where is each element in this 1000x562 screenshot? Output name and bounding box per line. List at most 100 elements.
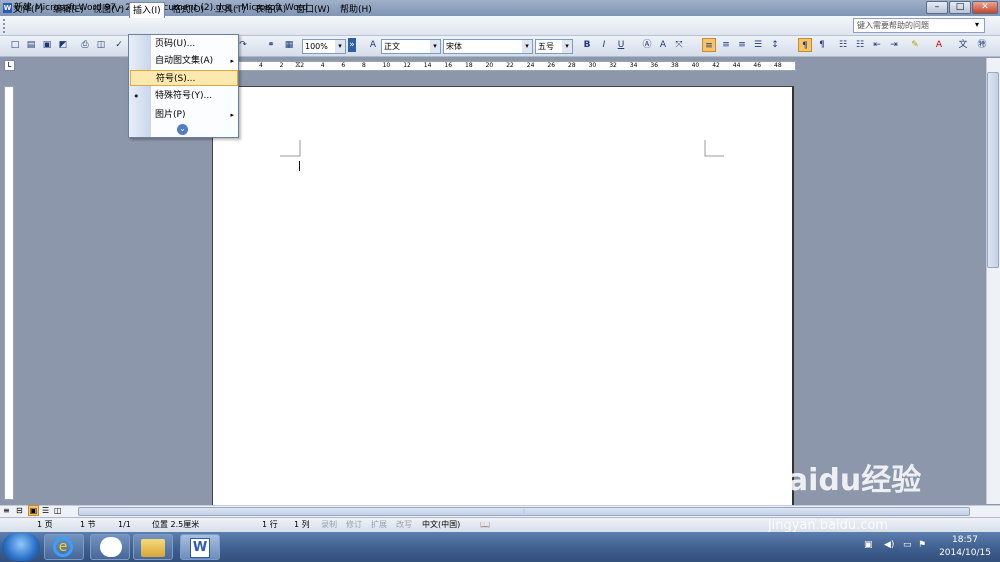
- word-taskbar-icon: W: [190, 538, 210, 558]
- styles-formatting-icon[interactable]: A: [366, 38, 380, 52]
- highlight-icon[interactable]: ✎: [908, 38, 922, 52]
- menu-special-symbol[interactable]: 特殊符号(Y)...: [151, 88, 238, 104]
- web-layout-icon[interactable]: ⊟: [16, 506, 23, 515]
- char-scale-icon[interactable]: ⤧: [672, 38, 686, 52]
- display-icon[interactable]: ▭: [903, 540, 912, 550]
- print-preview-icon[interactable]: ◫: [94, 38, 108, 52]
- ruler-tick-label: 8: [362, 62, 366, 69]
- ruler-tick-label: 12: [403, 62, 411, 69]
- spelling-icon[interactable]: ✓: [112, 38, 126, 52]
- menu-picture[interactable]: 图片(P) ▸: [151, 107, 238, 123]
- ruler-tick-label: 6: [341, 62, 346, 69]
- flag-icon[interactable]: ⚑: [918, 540, 926, 550]
- status-column: 1 列: [294, 520, 310, 529]
- reading-layout-icon[interactable]: ◫: [54, 506, 62, 515]
- chevron-down-icon: ▾: [562, 40, 572, 53]
- menu-format[interactable]: 格式(O): [169, 2, 207, 18]
- menu-view[interactable]: 视图(V): [90, 2, 127, 18]
- margin-corner-right: [704, 140, 724, 157]
- align-left-icon[interactable]: ≡: [702, 38, 716, 52]
- ruler-tick-label: 10: [382, 62, 391, 69]
- spelling-status-icon[interactable]: 📖: [480, 518, 490, 531]
- zoom-select[interactable]: 100% ▾: [302, 39, 346, 54]
- increase-indent-icon[interactable]: ⇥: [887, 38, 901, 52]
- style-select[interactable]: 正文 ▾: [381, 39, 441, 54]
- numbering-icon[interactable]: ☷: [836, 38, 850, 52]
- menubar-grip-icon[interactable]: [3, 19, 6, 33]
- char-border-icon[interactable]: Ⓐ: [640, 38, 654, 52]
- clock-time: 18:57: [952, 535, 978, 545]
- ruler-tick-label: 46: [753, 62, 762, 69]
- underline-button[interactable]: U: [614, 38, 628, 52]
- ltr-icon[interactable]: ¶: [798, 38, 812, 52]
- save-icon[interactable]: ▣: [40, 38, 54, 52]
- horizontal-scroll-thumb[interactable]: ⦙: [78, 507, 970, 516]
- align-right-icon[interactable]: ≡: [735, 38, 749, 52]
- enclose-chars-icon[interactable]: ㊕: [975, 38, 989, 52]
- menu-help[interactable]: 帮助(H): [337, 2, 375, 18]
- line-spacing-icon[interactable]: ↕: [768, 38, 782, 52]
- menu-tools[interactable]: 工具(T): [212, 2, 249, 18]
- submenu-arrow-icon: ▸: [230, 111, 234, 119]
- decrease-indent-icon[interactable]: ⇤: [870, 38, 884, 52]
- ruler-tick-label: 30: [588, 62, 597, 69]
- toolbar-options-icon[interactable]: »: [348, 38, 356, 52]
- char-shading-icon[interactable]: A: [656, 38, 670, 52]
- vertical-scroll-thumb[interactable]: [987, 72, 999, 268]
- status-page: 1 页: [37, 520, 53, 529]
- bullets-icon[interactable]: ☷: [853, 38, 867, 52]
- menu-edit[interactable]: 编辑(E): [50, 2, 87, 18]
- tables-borders-icon[interactable]: ▦: [282, 38, 296, 52]
- network-icon[interactable]: ▣: [864, 540, 873, 550]
- bold-button[interactable]: B: [580, 38, 594, 52]
- close-button[interactable]: ✕: [972, 1, 998, 14]
- hyperlink-icon[interactable]: ⚭: [264, 38, 278, 52]
- help-search-input[interactable]: 键入需要帮助的问题: [853, 18, 985, 33]
- phonetic-guide-icon[interactable]: 文: [956, 38, 970, 52]
- open-icon[interactable]: ▤: [24, 38, 38, 52]
- menu-symbol[interactable]: 符号(S)...: [130, 70, 238, 86]
- system-clock[interactable]: 18:57 2014/10/15: [935, 534, 995, 560]
- rtl-icon[interactable]: ¶: [815, 38, 829, 52]
- ruler-tick-label: 20: [485, 62, 494, 69]
- ruler-tick-label: 42: [712, 62, 720, 69]
- start-button[interactable]: [2, 533, 40, 561]
- print-icon[interactable]: ⎙: [78, 38, 92, 52]
- status-record[interactable]: 录制: [321, 518, 337, 531]
- italic-button[interactable]: I: [597, 38, 611, 52]
- expand-menu-icon[interactable]: ⌄: [177, 124, 188, 135]
- menu-item-label: 页码(U)...: [155, 39, 196, 49]
- status-track[interactable]: 修订: [346, 518, 362, 531]
- tab-selector[interactable]: L: [4, 60, 15, 71]
- menu-autotext[interactable]: 自动图文集(A) ▸: [151, 53, 238, 69]
- ruler-tick-label: 4: [320, 62, 325, 69]
- font-size-select[interactable]: 五号 ▾: [535, 39, 573, 54]
- status-position: 位置 2.5厘米: [152, 520, 200, 529]
- font-color-button[interactable]: A: [932, 38, 946, 52]
- normal-view-icon[interactable]: ≡: [3, 506, 10, 515]
- minimize-button[interactable]: –: [926, 1, 948, 14]
- align-center-icon[interactable]: ≡: [719, 38, 733, 52]
- indent-marker-icon[interactable]: ⧖: [295, 60, 301, 70]
- status-extend[interactable]: 扩展: [371, 518, 387, 531]
- font-select[interactable]: 宋体 ▾: [443, 39, 533, 54]
- menu-window[interactable]: 窗口(W): [293, 2, 333, 18]
- menu-page-numbers[interactable]: 页码(U)...: [151, 36, 238, 52]
- chevron-down-icon: ▾: [430, 40, 440, 53]
- outline-view-icon[interactable]: ☰: [42, 506, 49, 515]
- menu-table[interactable]: 表格(A): [252, 2, 289, 18]
- ruler-tick-label: 22: [506, 62, 514, 69]
- style-value: 正文: [384, 42, 400, 51]
- vertical-ruler[interactable]: [4, 86, 14, 500]
- print-layout-icon[interactable]: ▣: [28, 505, 39, 516]
- status-overtype[interactable]: 改写: [396, 518, 412, 531]
- menu-file[interactable]: 文件(F): [10, 2, 46, 18]
- baidu-url: jingyan.baidu.com: [768, 518, 888, 533]
- justify-icon[interactable]: ☰: [751, 38, 765, 52]
- maximize-button[interactable]: □: [949, 1, 971, 14]
- new-document-icon[interactable]: □: [8, 38, 22, 52]
- help-dropdown-icon[interactable]: ▾: [975, 20, 979, 29]
- volume-icon[interactable]: ◀): [884, 540, 894, 550]
- menu-insert[interactable]: 插入(I): [129, 2, 165, 18]
- permission-icon[interactable]: ◩: [56, 38, 70, 52]
